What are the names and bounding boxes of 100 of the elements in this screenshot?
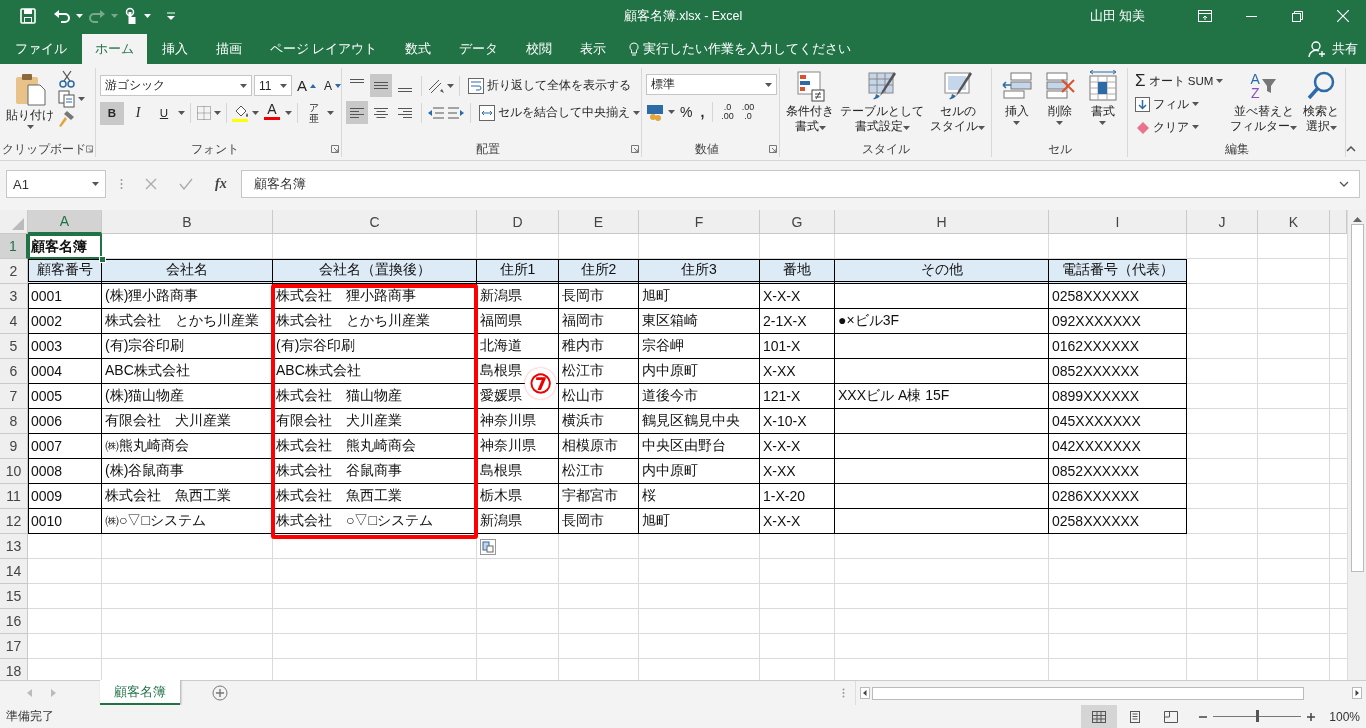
- add-sheet-icon[interactable]: [212, 685, 228, 701]
- caret-icon[interactable]: [1329, 126, 1337, 130]
- caret-icon[interactable]: [978, 126, 985, 130]
- align-left-button[interactable]: [346, 101, 368, 124]
- column-header[interactable]: D: [477, 210, 559, 234]
- zoom-slider-thumb[interactable]: [1256, 710, 1260, 722]
- column-header[interactable]: A: [28, 210, 102, 234]
- column-header[interactable]: J: [1187, 210, 1258, 234]
- normal-view-button[interactable]: [1081, 705, 1118, 728]
- ribbon-tab[interactable]: 校閲: [513, 34, 566, 64]
- copy-icon[interactable]: [58, 90, 76, 108]
- row-header[interactable]: 12: [0, 509, 28, 534]
- row-header[interactable]: 18: [0, 659, 28, 680]
- caret-icon[interactable]: [1192, 125, 1199, 129]
- ribbon-tab[interactable]: 表示: [567, 34, 620, 64]
- wrap-text-button[interactable]: 折り返して全体を表示する: [465, 74, 634, 97]
- insert-function-button[interactable]: fx: [215, 176, 227, 192]
- caret-icon[interactable]: [818, 126, 826, 130]
- format-painter-icon[interactable]: [58, 110, 76, 128]
- caret-icon[interactable]: [280, 83, 287, 88]
- format-cells-button[interactable]: 書式: [1082, 68, 1123, 141]
- customize-icon[interactable]: [167, 11, 175, 21]
- caret-icon[interactable]: [76, 14, 83, 18]
- delete-cells-button[interactable]: 削除: [1039, 68, 1080, 141]
- row-header[interactable]: 17: [0, 634, 28, 659]
- row-header[interactable]: 15: [0, 584, 28, 609]
- grow-font-button[interactable]: A: [294, 74, 319, 97]
- ribbon-tab[interactable]: 描画: [203, 34, 255, 64]
- number-format-field[interactable]: 標準: [646, 74, 777, 95]
- underline-button[interactable]: U: [152, 101, 176, 125]
- caret-icon[interactable]: [252, 111, 259, 115]
- clear-button[interactable]: クリア: [1132, 116, 1227, 138]
- italic-button[interactable]: I: [126, 101, 150, 125]
- caret-icon[interactable]: [1290, 126, 1298, 130]
- caret-icon[interactable]: [1216, 79, 1224, 83]
- phonetic-button[interactable]: ア亜: [303, 101, 325, 125]
- dialog-launcher-icon[interactable]: [769, 145, 777, 153]
- clipboard-icon[interactable]: [14, 72, 46, 106]
- font-name-field[interactable]: 游ゴシック: [100, 75, 252, 96]
- font-color-button[interactable]: A: [261, 101, 283, 125]
- dialog-launcher-icon[interactable]: [86, 145, 93, 153]
- ribbon-tab[interactable]: ファイル: [2, 34, 80, 64]
- ribbon-tab[interactable]: 挿入: [149, 34, 201, 64]
- column-header[interactable]: G: [760, 210, 835, 234]
- row-header[interactable]: 8: [0, 409, 28, 434]
- caret-icon[interactable]: [1013, 121, 1020, 125]
- caret-icon[interactable]: [1099, 121, 1106, 125]
- share-button[interactable]: 共有: [1302, 34, 1366, 64]
- row-header[interactable]: 1: [0, 234, 28, 259]
- row-header[interactable]: 13: [0, 534, 28, 559]
- merge-center-button[interactable]: セルを結合して中央揃え: [476, 101, 643, 124]
- caret-icon[interactable]: [765, 82, 772, 87]
- zoom-level[interactable]: 100%: [1321, 709, 1366, 724]
- conditional-style-button[interactable]: 条件付き 書式: [784, 68, 836, 141]
- fill-handle[interactable]: [99, 256, 106, 263]
- caret-icon[interactable]: [178, 111, 185, 115]
- row-header[interactable]: 14: [0, 559, 28, 584]
- ribbon-tab[interactable]: ページ レイアウト: [257, 34, 391, 64]
- fill-button[interactable]: フィル: [1132, 93, 1227, 115]
- autosum-button[interactable]: Σ オート SUM: [1132, 70, 1227, 92]
- collapse-ribbon-icon[interactable]: [1346, 146, 1356, 152]
- row-header[interactable]: 4: [0, 309, 28, 334]
- expand-icon[interactable]: [1339, 181, 1349, 187]
- dialog-launcher-icon[interactable]: [331, 145, 339, 153]
- shrink-font-button[interactable]: A: [321, 74, 345, 97]
- align-middle-button[interactable]: [370, 74, 392, 97]
- row-header[interactable]: 5: [0, 334, 28, 359]
- accounting-format-icon[interactable]: [646, 103, 666, 121]
- row-header[interactable]: 3: [0, 284, 28, 309]
- caret-icon[interactable]: [26, 125, 34, 129]
- orientation-icon[interactable]: [427, 77, 445, 94]
- sheet-tab[interactable]: 顧客名簿: [100, 680, 180, 705]
- row-header[interactable]: 10: [0, 459, 28, 484]
- caret-icon[interactable]: [633, 110, 640, 115]
- decrease-indent-icon[interactable]: [427, 104, 445, 121]
- row-header[interactable]: 9: [0, 434, 28, 459]
- row-header[interactable]: 11: [0, 484, 28, 509]
- decrease-decimal-button[interactable]: .00 .0: [738, 99, 758, 125]
- cell-style-button[interactable]: セルの スタイル: [928, 68, 987, 141]
- save-icon[interactable]: [20, 8, 36, 24]
- scroll-right-icon[interactable]: [1352, 687, 1362, 699]
- caret-icon[interactable]: [144, 14, 151, 18]
- scroll-up-icon[interactable]: [1352, 216, 1362, 222]
- comma-button[interactable]: ,: [697, 100, 708, 124]
- dialog-launcher-icon[interactable]: [631, 145, 639, 153]
- caret-icon[interactable]: [78, 97, 85, 101]
- column-header[interactable]: I: [1049, 210, 1187, 234]
- column-header[interactable]: C: [273, 210, 477, 234]
- caret-icon[interactable]: [1056, 121, 1063, 125]
- sort-filter-button[interactable]: A Z 並べ替えと フィルター: [1228, 68, 1300, 141]
- touch-mode-icon[interactable]: [124, 7, 138, 25]
- tell-me-field[interactable]: 実行したい作業を入力してください: [643, 42, 884, 56]
- ribbon-tab[interactable]: 数式: [392, 34, 445, 64]
- caret-icon[interactable]: [668, 110, 675, 114]
- caret-icon[interactable]: [240, 83, 247, 88]
- caret-icon[interactable]: [214, 111, 221, 115]
- row-header[interactable]: 7: [0, 384, 28, 409]
- font-size-field[interactable]: 11: [254, 75, 292, 96]
- caret-icon[interactable]: [92, 182, 99, 186]
- row-header[interactable]: 2: [0, 259, 28, 284]
